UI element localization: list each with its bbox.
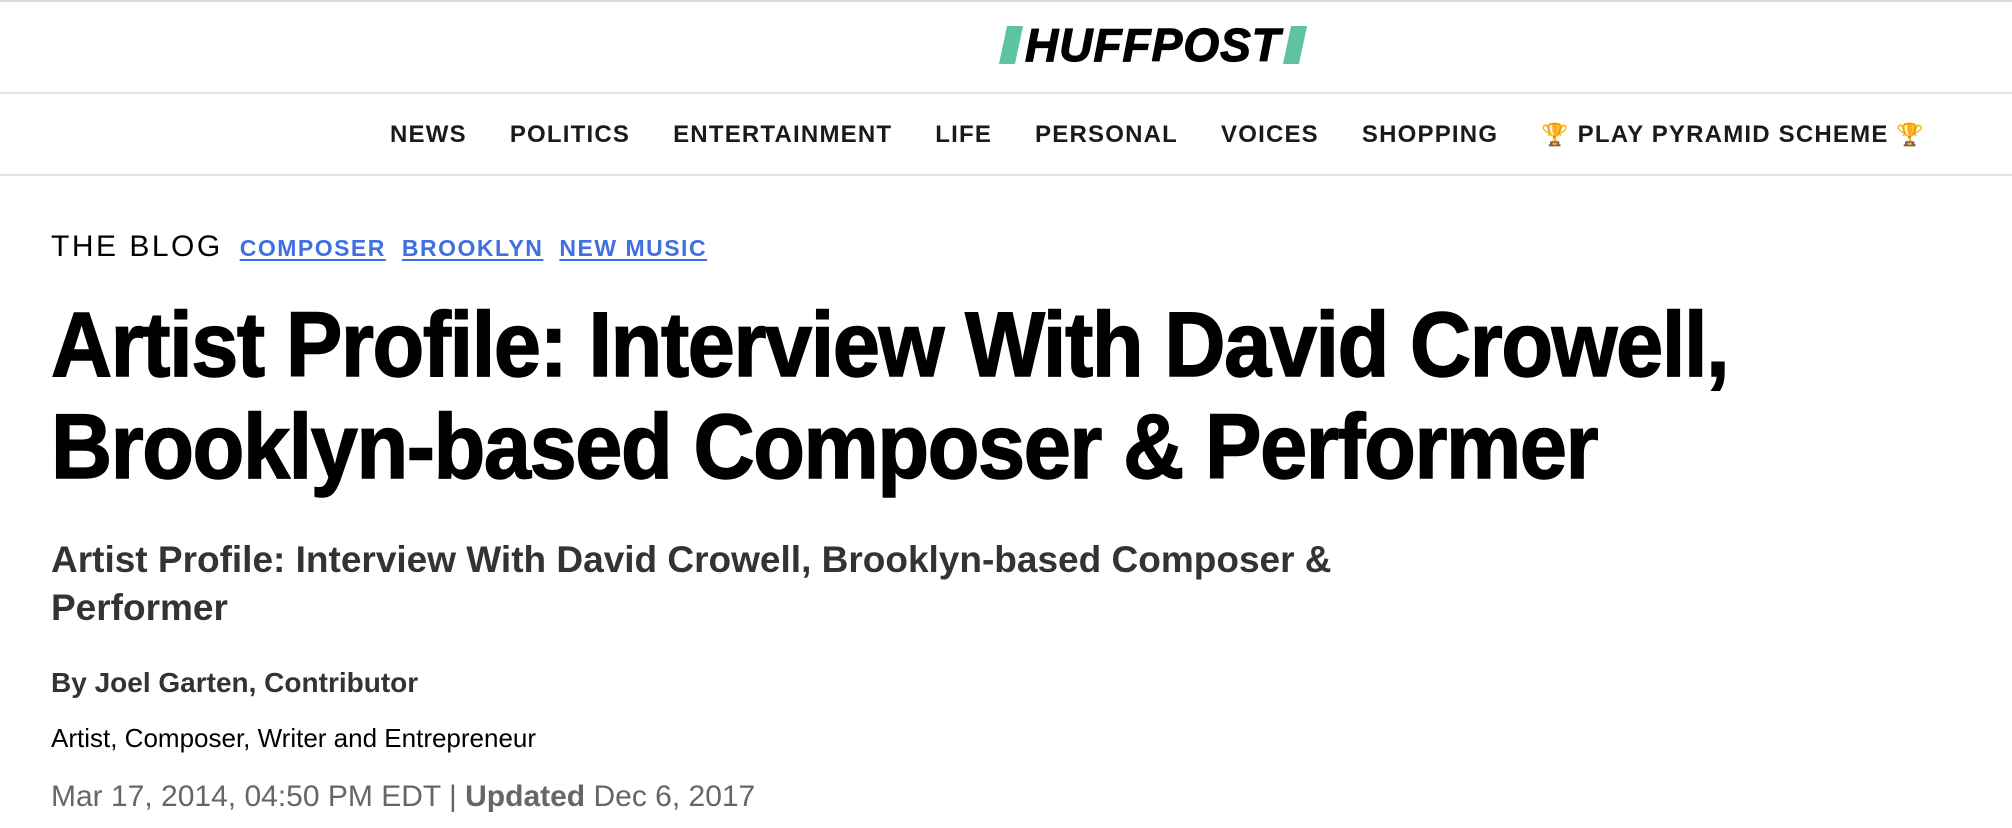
tag-new-music[interactable]: NEW MUSIC	[559, 235, 707, 262]
nav-item-politics[interactable]: POLITICS	[510, 121, 630, 149]
tag-brooklyn[interactable]: BROOKLYN	[402, 235, 544, 262]
nav-item-entertainment[interactable]: ENTERTAINMENT	[673, 121, 892, 149]
nav-items: NEWS POLITICS ENTERTAINMENT LIFE PERSONA…	[390, 96, 1925, 174]
nav-item-play-pyramid-scheme[interactable]: 🏆 PLAY PYRAMID SCHEME 🏆	[1541, 121, 1925, 149]
trophy-icon: 🏆	[1896, 122, 1925, 147]
promo-label: PLAY PYRAMID SCHEME	[1577, 121, 1889, 148]
article-timestamp: Mar 17, 2014, 04:50 PM EDT | Updated Dec…	[51, 780, 1971, 814]
article-kicker: THE BLOG COMPOSER BROOKLYN NEW MUSIC	[51, 230, 1971, 270]
article-subheadline: Artist Profile: Interview With David Cro…	[51, 539, 1332, 628]
nav-item-shopping[interactable]: SHOPPING	[1362, 121, 1498, 149]
logo-wordmark: HUFFPOST	[1024, 19, 1281, 71]
masthead: HUFFPOST	[0, 2, 2012, 94]
byline[interactable]: By Joel Garten, Contributor	[51, 667, 1971, 699]
main-nav: NEWS POLITICS ENTERTAINMENT LIFE PERSONA…	[0, 96, 2012, 176]
updated-date: Dec 6, 2017	[593, 780, 756, 813]
updated-label: Updated	[465, 780, 586, 813]
huffpost-logo[interactable]: HUFFPOST	[998, 19, 1307, 71]
nav-item-news[interactable]: NEWS	[390, 121, 467, 149]
article-headline: Artist Profile: Interview With David Cro…	[50, 293, 1730, 499]
nav-item-personal[interactable]: PERSONAL	[1035, 121, 1178, 149]
section-label[interactable]: THE BLOG	[51, 230, 223, 264]
article-header: THE BLOG COMPOSER BROOKLYN NEW MUSIC Art…	[50, 230, 1971, 814]
nav-item-voices[interactable]: VOICES	[1221, 121, 1319, 149]
trophy-icon: 🏆	[1541, 122, 1570, 147]
published-date: Mar 17, 2014, 04:50 PM EDT	[51, 780, 441, 813]
timestamp-separator: |	[440, 780, 466, 813]
nav-item-life[interactable]: LIFE	[935, 121, 992, 149]
tag-composer[interactable]: COMPOSER	[240, 235, 386, 262]
author-bio: Artist, Composer, Writer and Entrepreneu…	[51, 723, 537, 753]
